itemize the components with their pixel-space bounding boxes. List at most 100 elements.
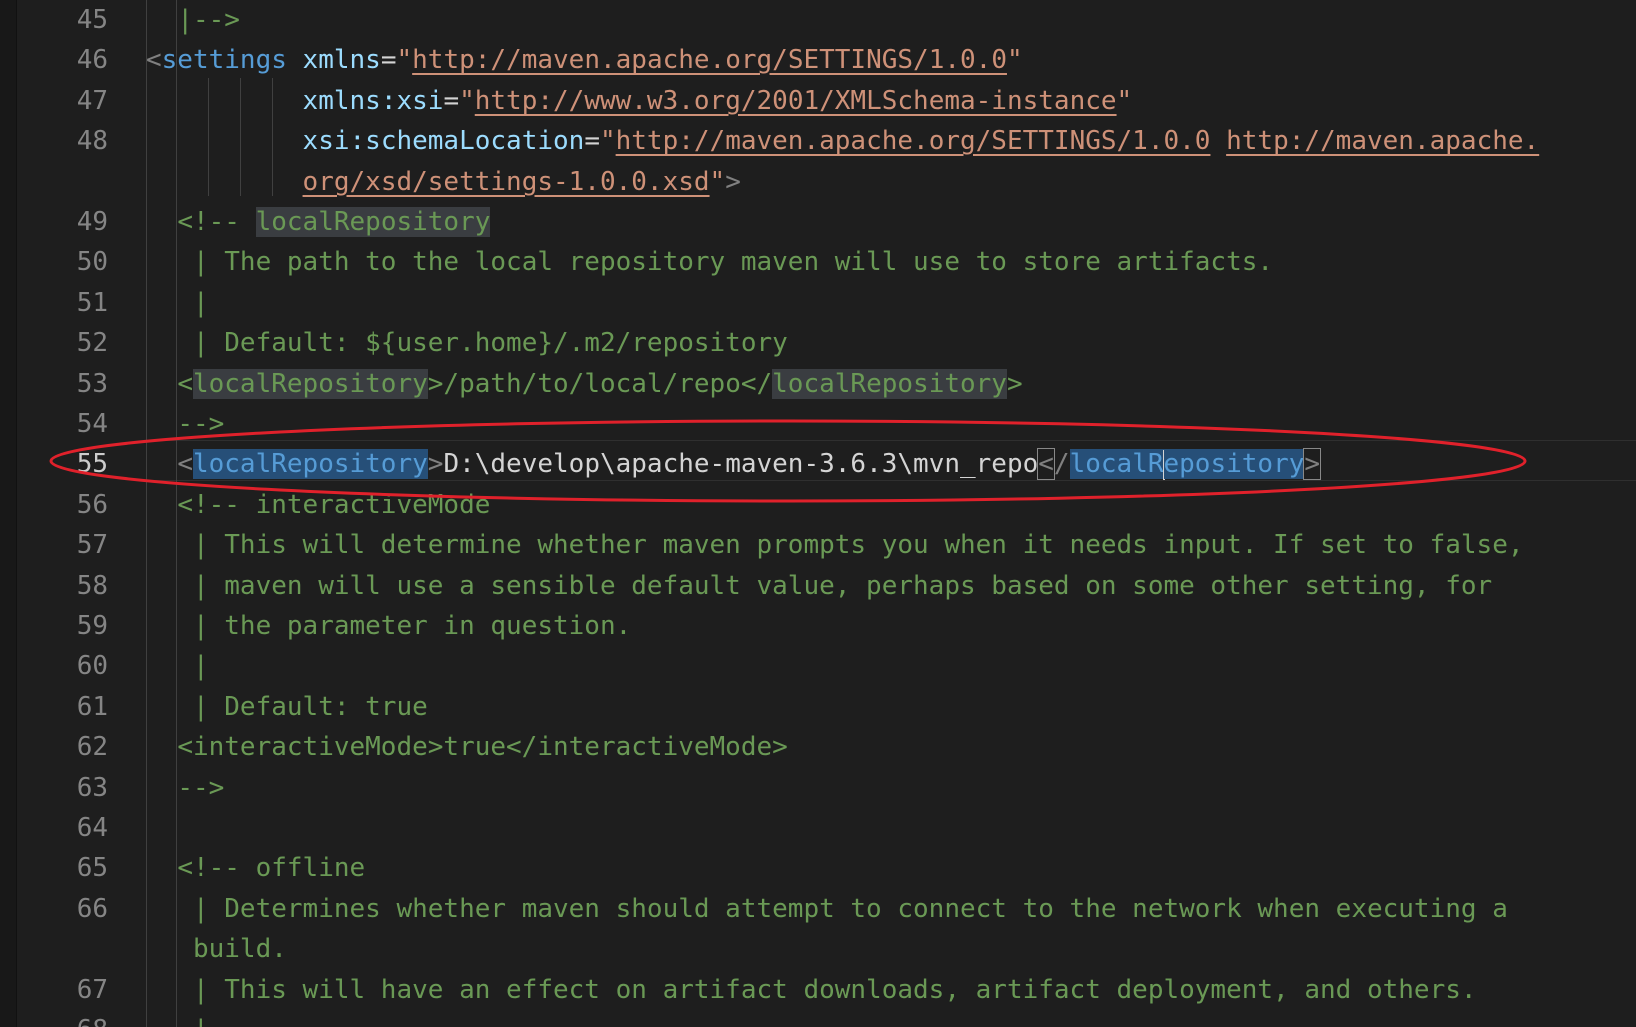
line-number[interactable]: 54 [16, 404, 108, 444]
code-line[interactable]: | the parameter in question. [146, 606, 631, 646]
code-token: localRepository [192, 369, 428, 399]
line-number[interactable] [16, 162, 108, 202]
code-token: < [177, 369, 193, 399]
code-token: " [1116, 86, 1133, 116]
code-line[interactable]: | Default: ${user.home}/.m2/repository [146, 323, 788, 363]
code-line[interactable]: <!-- offline [146, 848, 365, 888]
code-line[interactable]: | [146, 646, 209, 686]
code-line[interactable]: <!-- localRepository [146, 202, 491, 242]
code-editor[interactable]: 45 46 47 48 49 50 51 52 53 54 55 56 57 58 59 60 61 62 63 64… [0, 0, 1636, 1027]
line-number-gutter[interactable]: 45 46 47 48 49 50 51 52 53 54 55 56 57 58 59 60 61 62 63 64… [16, 0, 126, 1027]
code-line[interactable]: <localRepository>/path/to/local/repo</lo… [146, 364, 1023, 404]
line-number[interactable]: 45 [16, 0, 108, 40]
code-token: = [443, 86, 460, 116]
code-token: > [1006, 369, 1023, 399]
code-token: | maven will use a sensible default valu… [192, 571, 1493, 601]
line-number[interactable]: 53 [16, 364, 108, 404]
line-number[interactable]: 55 [16, 444, 108, 484]
line-number[interactable]: 52 [16, 323, 108, 363]
line-number[interactable]: 65 [16, 848, 108, 888]
code-line[interactable]: | maven will use a sensible default valu… [146, 566, 1492, 606]
line-number[interactable]: 49 [16, 202, 108, 242]
code-line[interactable]: <localRepository>D:\develop\apache-maven… [146, 444, 1322, 484]
code-line[interactable]: xmlns:xsi="http://www.w3.org/2001/XMLSch… [146, 81, 1133, 121]
code-line[interactable]: | [146, 283, 209, 323]
code-token: localRepository [772, 369, 1007, 399]
code-line[interactable]: build. [146, 929, 287, 969]
code-token: | Default: ${user.home}/.m2/repository [192, 328, 788, 358]
code-line[interactable]: org/xsd/settings-1.0.0.xsd"> [146, 162, 741, 202]
line-number[interactable]: 58 [16, 566, 108, 606]
code-line[interactable]: <settings xmlns="http://maven.apache.org… [146, 40, 1023, 80]
code-line[interactable]: | Determines whether maven should attemp… [146, 889, 1508, 929]
code-token: > [725, 167, 741, 197]
code-token: = [584, 126, 600, 156]
code-token: | [193, 1015, 209, 1027]
code-token: http://maven.apache.org/SETTINGS/1.0.0 [615, 126, 1211, 156]
code-line[interactable]: | [146, 1010, 209, 1027]
code-token: > [427, 449, 444, 479]
code-token: / [1053, 449, 1070, 479]
line-number[interactable]: 56 [16, 485, 108, 525]
code-line[interactable]: |--> [146, 0, 240, 40]
line-number[interactable]: 67 [16, 970, 108, 1010]
line-number[interactable]: 59 [16, 606, 108, 646]
line-number[interactable]: 61 [16, 687, 108, 727]
code-token: D:\develop\apache-maven-3.6.3\mvn_repo [443, 449, 1039, 479]
line-number[interactable]: 66 [16, 889, 108, 929]
line-number[interactable]: 48 [16, 121, 108, 161]
code-token: http://maven.apache.org/SETTINGS/1.0.0 [412, 45, 1007, 75]
code-line[interactable]: | Default: true [146, 687, 428, 727]
code-token: org/xsd/settings-1.0.0.xsd [302, 167, 710, 197]
code-token: <!-- interactiveMode [177, 490, 491, 520]
code-token: localRepository [255, 207, 491, 237]
code-token: <!-- offline [177, 853, 366, 883]
code-token: |--> [177, 5, 240, 35]
code-line[interactable]: | The path to the local repository maven… [146, 242, 1273, 282]
code-token: | [192, 288, 209, 318]
code-token: xmlns [302, 45, 381, 75]
code-line[interactable]: xsi:schemaLocation="http://maven.apache.… [146, 121, 1540, 161]
code-token: < [1037, 448, 1055, 480]
code-token: " [599, 126, 616, 156]
code-line[interactable]: --> [146, 404, 224, 444]
line-number[interactable]: 64 [16, 808, 108, 848]
code-token: " [1006, 45, 1023, 75]
code-line[interactable]: <!-- interactiveMode [146, 485, 490, 525]
line-number[interactable]: 68 [16, 1010, 108, 1027]
code-area[interactable]: |--> <settings xmlns="http://maven.apache… [146, 0, 1636, 1027]
code-token: <interactiveMode>true</interactiveMode> [177, 732, 788, 762]
code-token: build. [192, 934, 287, 964]
code-token: --> [177, 773, 225, 803]
code-token: settings [161, 45, 287, 75]
code-line[interactable]: | This will determine whether maven prom… [146, 525, 1524, 565]
line-number[interactable]: 63 [16, 768, 108, 808]
line-number[interactable]: 47 [16, 81, 108, 121]
code-token: < [146, 45, 162, 75]
line-number[interactable]: 57 [16, 525, 108, 565]
code-line[interactable]: --> [146, 768, 224, 808]
code-token: " [396, 45, 413, 75]
code-token: xsi:schemaLocation [302, 126, 585, 156]
code-token: http://maven.apache. [1226, 126, 1540, 156]
line-number[interactable]: 50 [16, 242, 108, 282]
code-line[interactable]: <interactiveMode>true</interactiveMode> [146, 727, 788, 767]
line-number[interactable] [16, 929, 108, 969]
code-line[interactable]: | This will have an effect on artifact d… [146, 970, 1477, 1010]
line-number[interactable]: 60 [16, 646, 108, 686]
line-number[interactable]: 62 [16, 727, 108, 767]
line-number[interactable]: 46 [16, 40, 108, 80]
line-number[interactable]: 51 [16, 283, 108, 323]
